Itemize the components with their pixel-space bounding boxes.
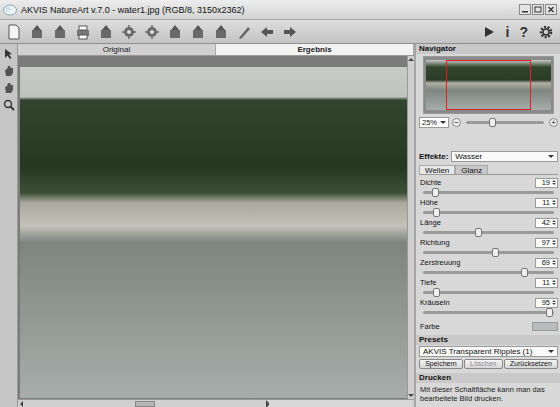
slider-row: Dichte 19 <box>419 177 558 197</box>
parameter-label: Dichte <box>419 178 441 187</box>
zoom-icon[interactable] <box>3 99 15 111</box>
parameter-list: Dichte 19 Höhe 11 Länge 42 Richtung 97 Z… <box>419 175 558 335</box>
parameter-label: Zerstreuung <box>419 258 460 267</box>
print-icon[interactable] <box>75 24 91 40</box>
value-field[interactable]: 11 <box>535 198 558 208</box>
slider-row: Tiefe 11 <box>419 277 558 297</box>
slider-row: Zerstreuung 69 <box>419 257 558 277</box>
batch-icon[interactable] <box>167 24 183 40</box>
parameter-label: Länge <box>419 218 441 227</box>
color-row: Farbe <box>419 317 558 335</box>
zoom-in-button[interactable]: + <box>549 118 558 127</box>
open-icon[interactable] <box>29 24 45 40</box>
gear-icon[interactable] <box>538 24 554 40</box>
parameter-label: Tiefe <box>419 278 436 287</box>
effect-row: Effekte: Wasser <box>419 151 558 162</box>
parameter-slider[interactable] <box>423 211 554 214</box>
parameter-label: Farbe <box>419 322 440 331</box>
effect-tab[interactable]: Wellen <box>419 165 455 174</box>
new-document-icon[interactable] <box>6 24 22 40</box>
value-field[interactable]: 97 <box>535 238 558 248</box>
vertical-scrollbar[interactable] <box>407 56 414 399</box>
parameter-slider[interactable] <box>423 271 554 274</box>
brush-icon[interactable] <box>236 24 252 40</box>
help-text: Mit dieser Schaltfläche kann man das bea… <box>419 383 558 405</box>
effect-batch-icon[interactable] <box>144 24 160 40</box>
effect-tab[interactable]: Glanz <box>455 165 488 174</box>
maximize-icon[interactable] <box>532 4 544 15</box>
preset-select[interactable]: AKVIS Transparent Ripples (1) <box>419 346 558 357</box>
view-tab[interactable]: Original <box>18 44 216 55</box>
undo-icon[interactable] <box>259 24 275 40</box>
value-field[interactable]: 11 <box>535 278 558 288</box>
minimize-icon[interactable] <box>519 4 531 15</box>
parameter-label: Kräuseln <box>419 298 450 307</box>
effect-icon[interactable] <box>121 24 137 40</box>
parameter-slider[interactable] <box>423 291 554 294</box>
import-icon[interactable] <box>190 24 206 40</box>
settings-panel: Navigator 25% − + Effekte: Wasser Wellen… <box>414 44 560 407</box>
presets-header: Presets <box>416 335 560 345</box>
title-bar: AKVIS NatureArt v.7.0 - water1.jpg (RGB/… <box>0 0 560 20</box>
value-field[interactable]: 95 <box>535 298 558 308</box>
slider-row: Kräuseln 95 <box>419 297 558 317</box>
parameter-slider[interactable] <box>423 311 554 314</box>
parameter-label: Höhe <box>419 198 438 207</box>
slider-row: Höhe 11 <box>419 197 558 217</box>
horizontal-scrollbar[interactable] <box>18 399 414 407</box>
preset-button[interactable]: Löschen <box>464 359 503 369</box>
parameter-slider[interactable] <box>423 251 554 254</box>
value-field[interactable]: 69 <box>535 258 558 268</box>
value-field[interactable]: 19 <box>535 178 558 188</box>
view-frame[interactable] <box>446 60 531 110</box>
image-viewport <box>18 56 414 407</box>
help-header: Drucken <box>416 373 560 383</box>
export-icon[interactable] <box>213 24 229 40</box>
app-window: AKVIS NatureArt v.7.0 - water1.jpg (RGB/… <box>0 0 560 407</box>
effect-label: Effekte: <box>419 152 448 161</box>
navigator-preview <box>426 60 551 110</box>
toolbar-button[interactable]: i <box>506 24 510 40</box>
parameter-slider[interactable] <box>423 231 554 234</box>
hand-brush-icon[interactable] <box>3 65 15 77</box>
zoom-select[interactable]: 25% <box>419 117 449 128</box>
run-icon[interactable] <box>482 25 496 39</box>
share-icon[interactable] <box>98 24 114 40</box>
effect-tabs: WellenGlanz <box>419 165 558 175</box>
close-icon[interactable] <box>545 4 557 15</box>
select-icon[interactable] <box>3 48 15 60</box>
toolbar: i? <box>0 20 560 44</box>
value-field[interactable]: 42 <box>535 218 558 228</box>
preset-button[interactable]: Speichern <box>419 359 463 369</box>
scroll-thumb[interactable] <box>135 401 155 407</box>
result-image[interactable] <box>20 67 407 398</box>
parameter-label: Richtung <box>419 238 450 247</box>
save-icon[interactable] <box>52 24 68 40</box>
zoom-slider[interactable] <box>466 121 544 124</box>
hand-icon[interactable] <box>3 82 15 94</box>
navigator-header: Navigator <box>416 44 560 54</box>
view-tab[interactable]: Ergebnis <box>216 44 414 55</box>
toolbar-button[interactable]: ? <box>519 24 528 40</box>
view-tabs: OriginalErgebnis <box>18 44 414 56</box>
color-swatch[interactable] <box>532 322 558 331</box>
slider-row: Richtung 97 <box>419 237 558 257</box>
zoom-out-button[interactable]: − <box>452 118 461 127</box>
effect-select[interactable]: Wasser <box>451 151 558 162</box>
zoom-row: 25% − + <box>419 116 558 129</box>
app-logo-icon <box>3 4 17 16</box>
tool-column <box>0 44 18 407</box>
parameter-slider[interactable] <box>423 191 554 194</box>
preset-button[interactable]: Zurücksetzen <box>504 359 558 369</box>
navigator[interactable] <box>423 56 554 114</box>
slider-row: Länge 42 <box>419 217 558 237</box>
window-title: AKVIS NatureArt v.7.0 - water1.jpg (RGB/… <box>21 5 515 15</box>
redo-icon[interactable] <box>282 24 298 40</box>
